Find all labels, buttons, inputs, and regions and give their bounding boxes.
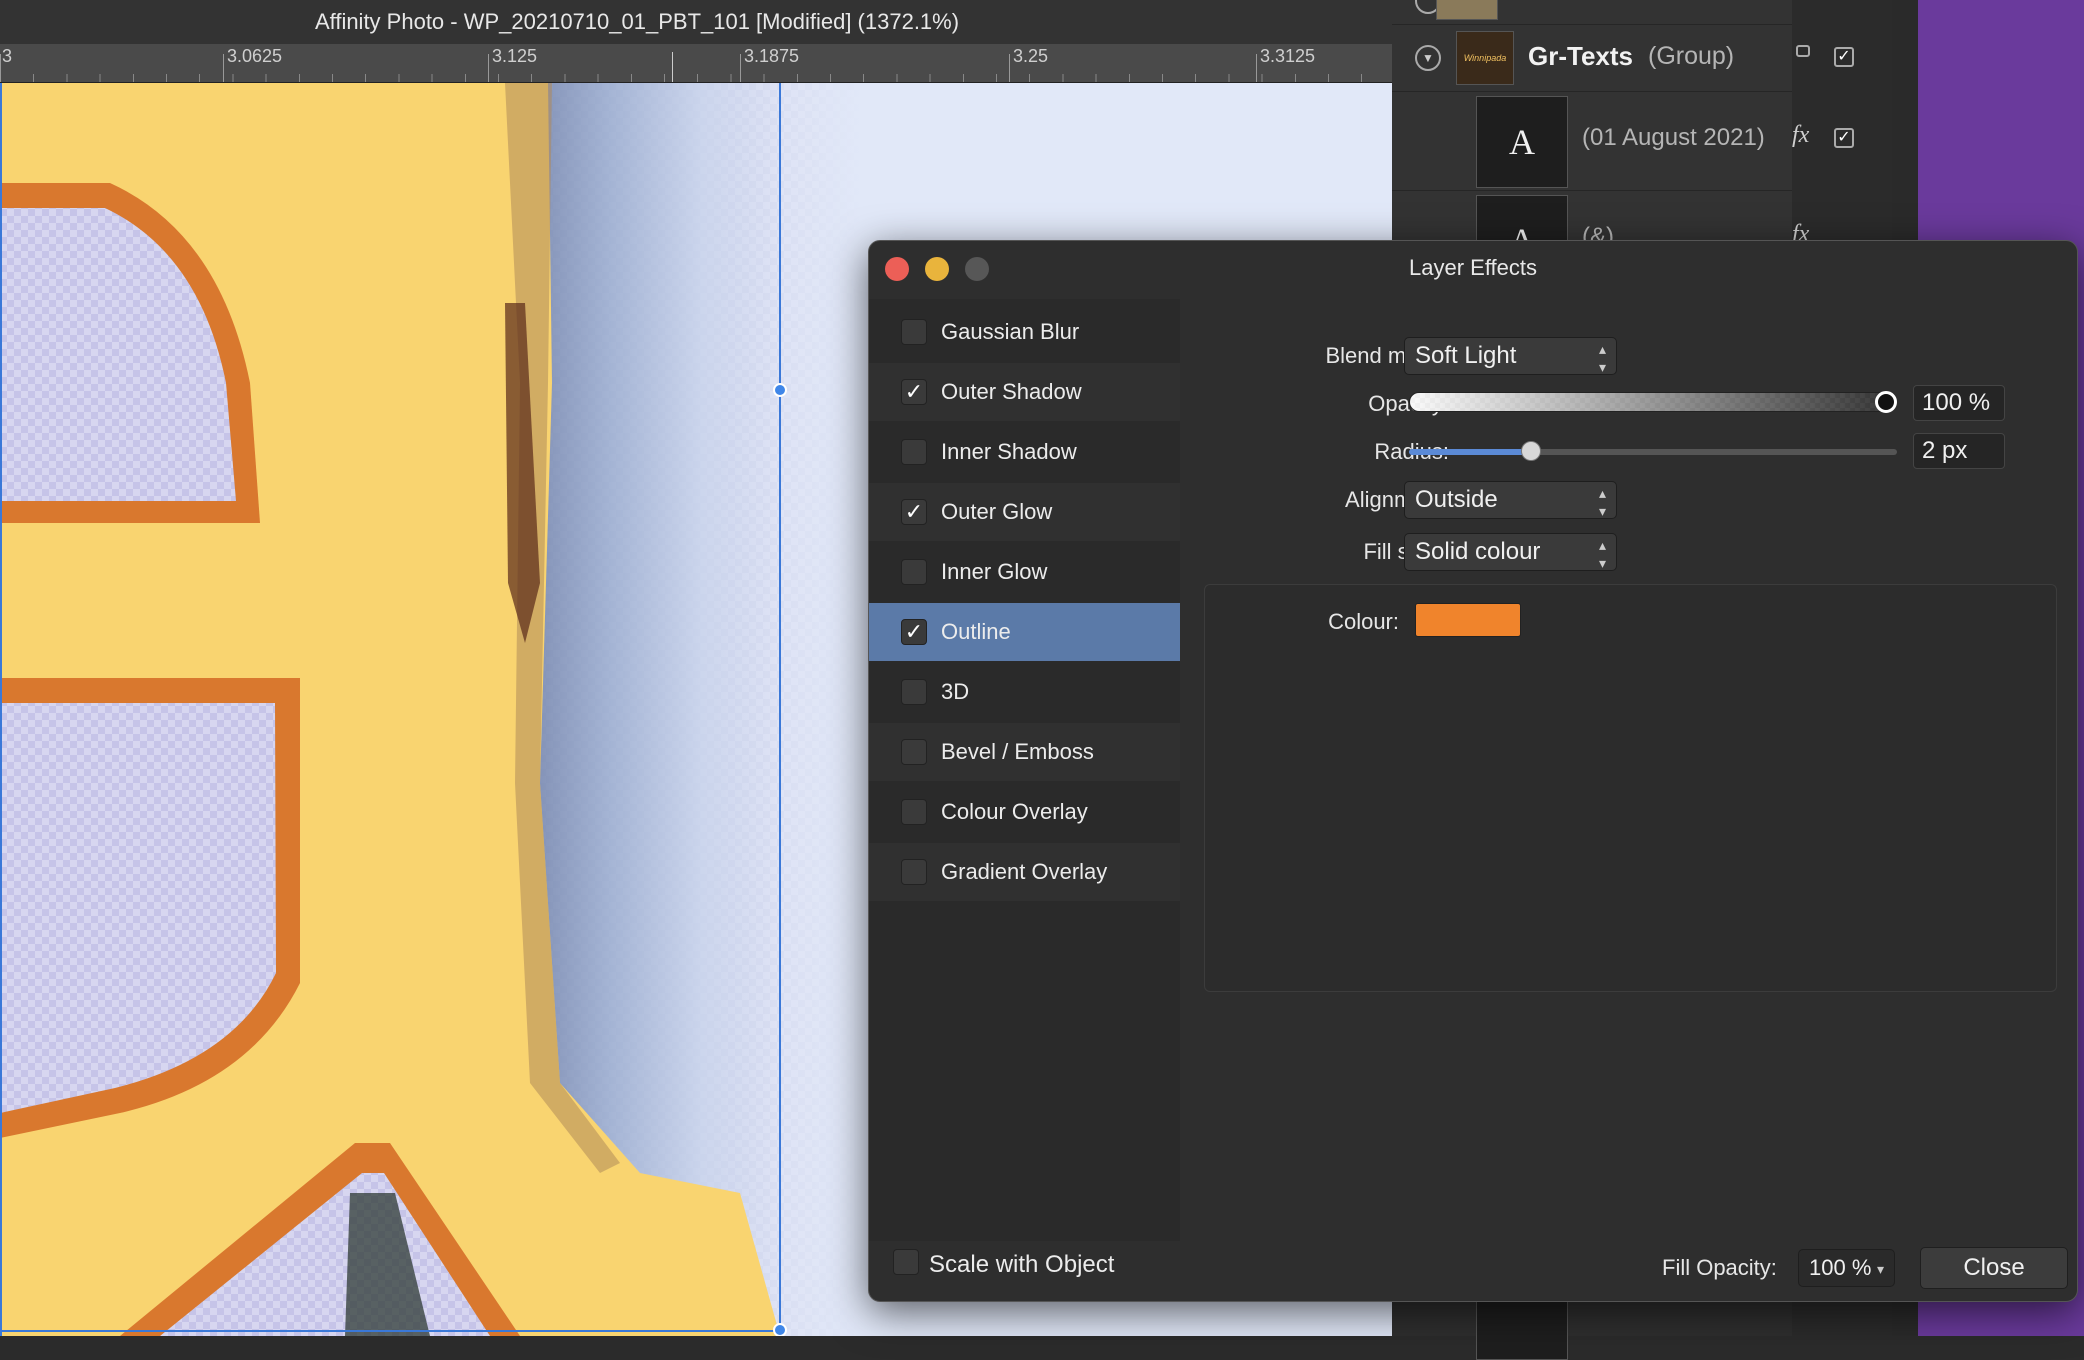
radius-field[interactable]: 2 px — [1913, 433, 2005, 469]
effect-checkbox[interactable]: ✓ — [901, 499, 927, 525]
layer-thumbnail — [1476, 1300, 1568, 1360]
fill-opacity-value: 100 % — [1809, 1255, 1872, 1280]
ruler-label: 3.0625 — [227, 46, 283, 66]
ruler-label: 3.125 — [492, 46, 538, 66]
dialog-title: Layer Effects — [1409, 255, 1537, 280]
text-layer-thumbnail: A — [1476, 96, 1568, 188]
fill-opacity-label: Fill Opacity: — [1662, 1255, 1777, 1280]
fill-style-select[interactable]: Solid colour ▴ ▾ — [1404, 533, 1617, 571]
text-layer-visibility-checkbox[interactable]: ✓ — [1834, 128, 1854, 148]
ruler-tick — [488, 54, 489, 82]
ruler-label: 3.1875 — [744, 46, 800, 66]
collapse-triangle-icon[interactable]: ▼ — [1415, 45, 1441, 71]
ruler-label: 3.25 — [1013, 46, 1049, 66]
effect-outer-glow[interactable]: ✓ Outer Glow — [869, 483, 1180, 541]
text-layer-name: (01 August 2021) — [1582, 124, 1765, 151]
stepper-arrows-icon: ▴ ▾ — [1598, 341, 1606, 375]
alignment-select[interactable]: Outside ▴ ▾ — [1404, 481, 1617, 519]
effect-checkbox[interactable] — [901, 739, 927, 765]
close-button[interactable]: Close — [1920, 1247, 2068, 1289]
radius-slider-knob[interactable] — [1521, 441, 1541, 461]
effects-list: Gaussian Blur ✓ Outer Shadow Inner Shado… — [869, 299, 1180, 1241]
lock-icon[interactable] — [1796, 45, 1810, 57]
stepper-arrows-icon: ▴ ▾ — [1598, 485, 1606, 519]
group-visibility-checkbox[interactable]: ✓ — [1834, 47, 1854, 67]
layer-thumbnail — [1436, 0, 1498, 20]
effect-gaussian-blur[interactable]: Gaussian Blur — [869, 303, 1180, 361]
fill-opacity-select[interactable]: 100 % ▾ — [1798, 1249, 1895, 1287]
effect-label: Colour Overlay — [941, 799, 1088, 824]
effect-label: Outer Glow — [941, 499, 1053, 524]
alignment-value: Outside — [1415, 486, 1498, 513]
effect-gradient-overlay[interactable]: Gradient Overlay — [869, 843, 1180, 901]
effect-3d[interactable]: 3D — [869, 663, 1180, 721]
effect-checkbox[interactable]: ✓ — [901, 619, 927, 645]
selection-guide-bottom — [0, 1330, 780, 1332]
transform-handle-right[interactable] — [773, 383, 787, 397]
group-name: Gr-Texts — [1528, 41, 1633, 71]
effect-label: Inner Glow — [941, 559, 1048, 584]
effect-label: Inner Shadow — [941, 439, 1077, 464]
effect-checkbox[interactable] — [901, 559, 927, 585]
colour-label: Colour: — [1328, 609, 1399, 634]
effect-label: Outline — [941, 619, 1011, 644]
effect-checkbox[interactable] — [901, 859, 927, 885]
ruler-cursor-marker — [672, 52, 673, 82]
ruler-tick — [740, 54, 741, 82]
opacity-field[interactable]: 100 % — [1913, 385, 2005, 421]
effect-checkbox[interactable] — [901, 319, 927, 345]
scale-with-object-label: Scale with Object — [929, 1251, 1115, 1278]
effect-label: 3D — [941, 679, 970, 704]
layer-row-partial[interactable] — [1392, 0, 1792, 25]
horizontal-ruler[interactable]: 3 3.0625 3.125 3.1875 3.25 3.3125 — [0, 44, 1392, 83]
group-type: (Group) — [1648, 42, 1735, 70]
effect-colour-overlay[interactable]: Colour Overlay — [869, 783, 1180, 841]
effect-checkbox[interactable] — [901, 439, 927, 465]
layer-effects-dialog: Layer Effects Gaussian Blur ✓ Outer Shad… — [868, 240, 2078, 1302]
effect-inner-glow[interactable]: Inner Glow — [869, 543, 1180, 601]
radius-slider-fill — [1409, 449, 1531, 455]
fill-settings-panel: Colour: — [1204, 584, 2057, 992]
dropdown-arrow-icon: ▾ — [1876, 1261, 1884, 1277]
ruler-tick — [223, 54, 224, 82]
scale-with-object-checkbox[interactable] — [893, 1249, 919, 1275]
effect-label: Bevel / Emboss — [941, 739, 1094, 764]
blend-mode-value: Soft Light — [1415, 342, 1517, 369]
ruler-tick — [0, 54, 1, 82]
colour-swatch[interactable] — [1415, 603, 1521, 637]
blend-mode-select[interactable]: Soft Light ▴ ▾ — [1404, 337, 1617, 375]
effect-outer-shadow[interactable]: ✓ Outer Shadow — [869, 363, 1180, 421]
layer-row-text-1[interactable]: A (01 August 2021) fx ✓ — [1392, 92, 1854, 191]
selection-guide-left — [0, 83, 2, 1336]
layer-row-group[interactable]: ▼ Winnipada Gr-Texts (Group) ✓ — [1392, 25, 1854, 92]
effect-checkbox[interactable]: ✓ — [901, 379, 927, 405]
ruler-tick — [1009, 54, 1010, 82]
stepper-arrows-icon: ▴ ▾ — [1598, 537, 1606, 571]
effect-label: Gaussian Blur — [941, 319, 1080, 344]
ruler-label: 3.3125 — [1260, 46, 1316, 66]
fill-style-value: Solid colour — [1415, 538, 1541, 565]
fx-icon[interactable]: fx — [1792, 122, 1809, 149]
group-thumbnail: Winnipada — [1456, 31, 1514, 85]
effect-checkbox[interactable] — [901, 799, 927, 825]
effect-checkbox[interactable] — [901, 679, 927, 705]
opacity-slider-track[interactable] — [1409, 392, 1897, 412]
effect-label: Outer Shadow — [941, 379, 1082, 404]
transform-handle-bottom-right[interactable] — [773, 1323, 787, 1336]
ruler-tick — [1256, 54, 1257, 82]
window-titlebar: Affinity Photo - WP_20210710_01_PBT_101 … — [0, 0, 1392, 44]
effect-label: Gradient Overlay — [941, 859, 1108, 884]
opacity-slider-knob[interactable] — [1875, 391, 1897, 413]
window-title: Affinity Photo - WP_20210710_01_PBT_101 … — [314, 9, 960, 34]
selection-guide-right — [779, 83, 781, 1336]
effect-bevel-emboss[interactable]: Bevel / Emboss — [869, 723, 1180, 781]
effect-inner-shadow[interactable]: Inner Shadow — [869, 423, 1180, 481]
effect-outline[interactable]: ✓ Outline — [869, 603, 1180, 661]
ruler-label: 3 — [2, 46, 13, 66]
